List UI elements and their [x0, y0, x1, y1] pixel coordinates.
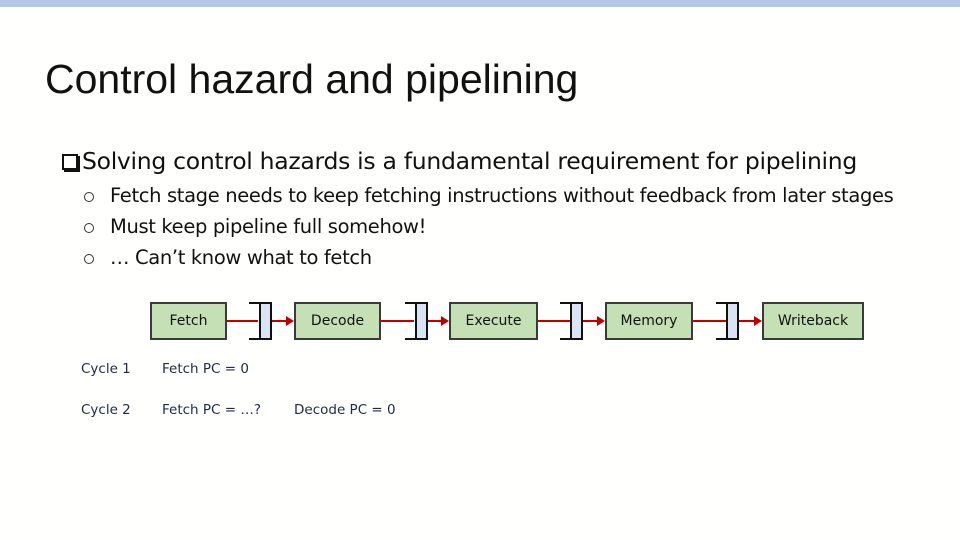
- stage-label: Memory: [620, 313, 678, 329]
- stage-label: Execute: [465, 313, 522, 329]
- wire: [693, 320, 726, 322]
- pipeline-register: [415, 302, 428, 340]
- pipeline-register: [259, 302, 272, 340]
- arrow-head-icon: [441, 316, 449, 326]
- slide-title: Control hazard and pipelining: [45, 56, 579, 102]
- cycle-label: Cycle 2: [81, 402, 131, 418]
- cycle-entry: Fetch PC = …?: [162, 402, 262, 418]
- pipeline-register: [726, 302, 739, 340]
- accent-bar: [0, 0, 960, 7]
- hollow-circle-icon: [84, 223, 94, 233]
- stage-label: Writeback: [777, 313, 849, 329]
- bullet-text: Solving control hazards is a fundamental…: [82, 147, 857, 175]
- checkbox-square-icon: [62, 154, 78, 170]
- arrow-head-icon: [597, 316, 605, 326]
- hollow-circle-icon: [84, 192, 94, 202]
- cycle-entry: Decode PC = 0: [294, 402, 396, 418]
- bullet-text: Must keep pipeline full somehow!: [110, 215, 427, 238]
- stage-label: Decode: [310, 313, 365, 329]
- arrow-head-icon: [286, 316, 294, 326]
- stage-fetch: Fetch: [150, 302, 227, 340]
- wire: [381, 320, 414, 322]
- arrow-head-icon: [754, 316, 762, 326]
- stage-writeback: Writeback: [762, 302, 864, 340]
- stage-label: Fetch: [169, 313, 208, 329]
- cycle-entry: Fetch PC = 0: [162, 361, 249, 377]
- wire: [538, 320, 570, 322]
- wire: [227, 320, 258, 322]
- stage-decode: Decode: [294, 302, 381, 340]
- hollow-circle-icon: [84, 254, 94, 264]
- bullet-text: … Can’t know what to fetch: [110, 246, 372, 269]
- stage-memory: Memory: [605, 302, 693, 340]
- bullet-text: Fetch stage needs to keep fetching instr…: [110, 184, 894, 207]
- cycle-label: Cycle 1: [81, 361, 131, 377]
- pipeline-register: [570, 302, 583, 340]
- stage-execute: Execute: [449, 302, 538, 340]
